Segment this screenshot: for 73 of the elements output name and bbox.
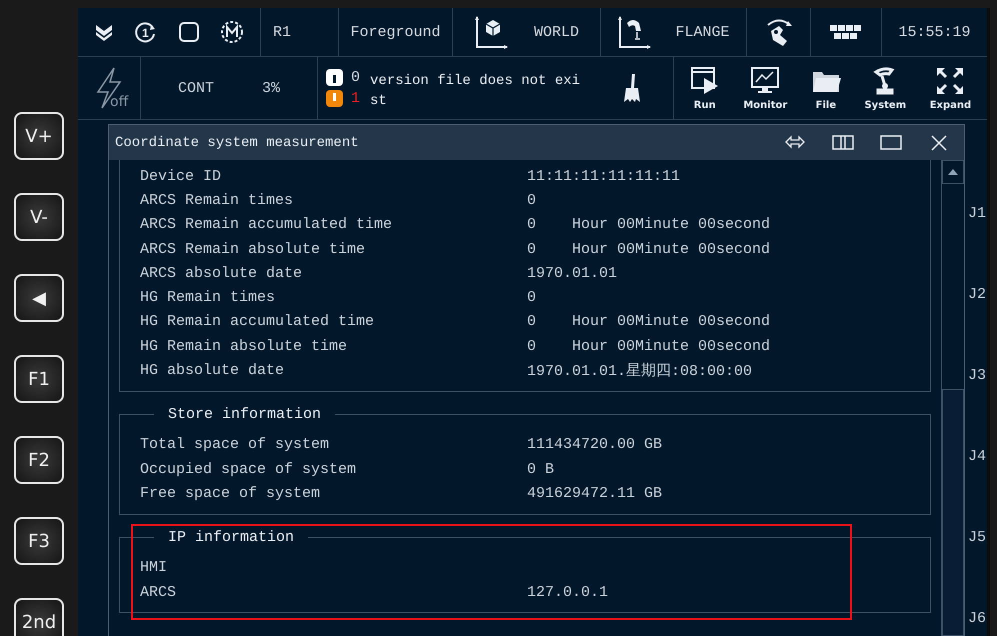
robot-arm-axes-icon[interactable]	[617, 15, 652, 49]
field-value: 0 Hour 00Minute 00second	[527, 216, 770, 234]
field-value: 111434720.00 GB	[527, 436, 662, 454]
terminal-play-icon	[690, 66, 720, 96]
double-chevron-icon[interactable]	[94, 23, 114, 41]
monitor-chart-icon	[750, 66, 780, 96]
maximize-icon[interactable]	[880, 134, 902, 152]
scrollbar[interactable]	[941, 160, 964, 636]
field-value: 0 Hour 00Minute 00second	[527, 338, 770, 355]
side-key[interactable]: V+	[14, 112, 64, 160]
side-key[interactable]: V-	[14, 193, 64, 241]
field-label: HG absolute date	[140, 362, 286, 380]
power-indicator[interactable]: off	[78, 57, 141, 119]
field-value: 0	[527, 192, 536, 209]
side-key[interactable]: 2nd	[14, 598, 64, 636]
toolbar-button[interactable]: File	[810, 66, 841, 110]
field-value: 0 Hour 00Minute 00second	[527, 313, 770, 330]
field-value: 1970.01.01.星期四:08:00:00	[527, 362, 752, 380]
warning-count: 1	[351, 90, 360, 107]
coordinate-system-label[interactable]: WORLD	[534, 24, 579, 40]
manual-mode-icon[interactable]	[220, 20, 244, 44]
field-value: 0	[527, 289, 536, 306]
field-value: 0 Hour 00Minute 00second	[527, 240, 770, 258]
field-label: ARCS Remain accumulated time	[140, 216, 394, 234]
field-label: ARCS Remain absolute time	[140, 240, 366, 258]
axes-cube-icon[interactable]	[474, 15, 508, 49]
field-label: Occupied space of system	[140, 460, 358, 478]
dialog-title: Coordinate system measurement	[115, 134, 359, 150]
joint-label: J1	[968, 204, 987, 224]
message-text: version file does not exi st	[370, 72, 582, 111]
field-label: ARCS Remain times	[140, 192, 294, 209]
side-key[interactable]: F3	[14, 517, 64, 565]
tool-label[interactable]: FLANGE	[675, 24, 730, 40]
clock-time: 15:55:19	[898, 24, 970, 40]
toolbar-button[interactable]: Monitor	[743, 66, 788, 110]
joint-label: J2	[968, 285, 987, 305]
joint-label: J5	[968, 528, 987, 548]
field-value: 1970.01.01	[527, 264, 618, 282]
keyboard-icon[interactable]	[829, 23, 863, 41]
field-label: Total space of system	[140, 436, 330, 454]
run-mode-label[interactable]: Foreground	[350, 24, 440, 40]
field-value: 11:11:11:11:11:11	[527, 168, 680, 185]
toolbar-button[interactable]: Expand	[930, 66, 972, 110]
toolbar-button[interactable]: Run	[690, 66, 720, 110]
field-label: ARCS absolute date	[140, 264, 304, 282]
field-label: HG Remain accumulated time	[140, 313, 376, 330]
field-label: HMI	[140, 559, 168, 576]
field-label: Free space of system	[140, 484, 322, 502]
field-value: 0 B	[527, 460, 554, 478]
joint-label: J6	[968, 609, 987, 629]
field-label: ARCS	[140, 584, 178, 600]
motion-mode-label[interactable]: CONT	[178, 80, 214, 96]
square-icon[interactable]	[178, 21, 200, 43]
side-key[interactable]: ◀	[14, 274, 64, 322]
field-label: HG Remain times	[140, 289, 276, 306]
info-count: 0	[351, 69, 360, 86]
side-key[interactable]: F1	[14, 355, 64, 403]
warning-icon[interactable]	[326, 90, 343, 107]
split-view-icon[interactable]	[832, 134, 854, 152]
speed-label[interactable]: 3%	[262, 80, 280, 96]
field-label: HG Remain absolute time	[140, 338, 348, 355]
joint-label: J3	[968, 366, 987, 386]
field-label: Device ID	[140, 168, 222, 185]
joint-label: J4	[968, 447, 987, 467]
field-value: 491629472.11 GB	[527, 484, 662, 502]
info-icon[interactable]	[326, 69, 343, 86]
power-state-label: off	[110, 95, 128, 109]
scroll-up-icon[interactable]	[948, 169, 958, 175]
expand-arrows-icon	[935, 66, 966, 96]
field-value: 127.0.0.1	[527, 584, 608, 600]
toolbar-button[interactable]: System	[864, 66, 906, 110]
side-key[interactable]: F2	[14, 436, 64, 484]
robot-label[interactable]: R1	[273, 24, 292, 40]
